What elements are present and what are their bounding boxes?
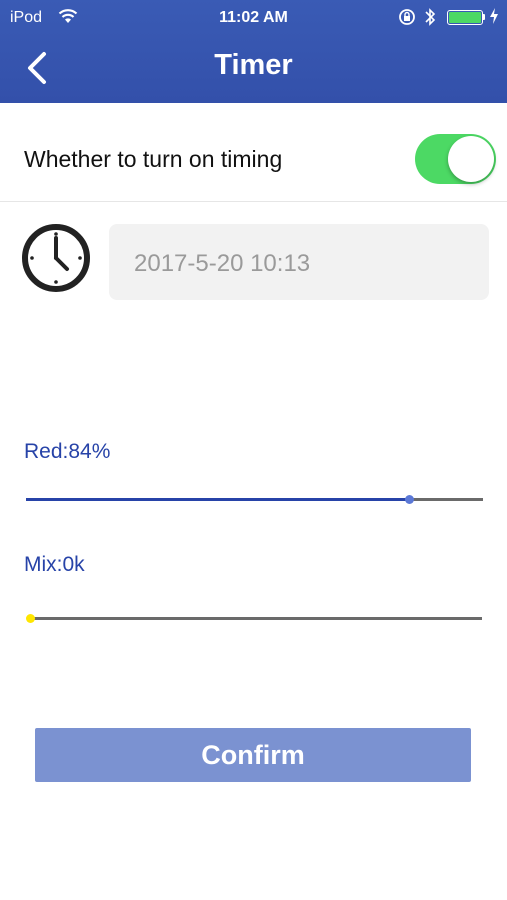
red-slider-fill xyxy=(26,498,410,501)
page-title: Timer xyxy=(214,49,293,81)
rotation-lock-icon xyxy=(398,8,416,31)
battery-tip xyxy=(483,14,485,20)
timing-label: Whether to turn on timing xyxy=(24,146,283,172)
mix-slider-thumb[interactable] xyxy=(25,614,35,623)
timing-switch[interactable] xyxy=(415,134,496,184)
switch-knob xyxy=(448,136,494,182)
mix-slider-label: Mix:0k xyxy=(24,553,85,576)
confirm-button[interactable]: Confirm xyxy=(35,728,471,782)
datetime-field[interactable]: 2017-5-20 10:13 xyxy=(109,224,489,300)
status-bar: iPod 11:02 AM xyxy=(0,0,507,34)
red-slider[interactable] xyxy=(26,498,483,501)
datetime-value: 2017-5-20 10:13 xyxy=(134,250,311,277)
clock-icon xyxy=(20,222,92,294)
mix-slider[interactable] xyxy=(30,617,482,620)
battery-icon xyxy=(447,10,483,25)
red-slider-label: Red:84% xyxy=(24,440,111,463)
bluetooth-icon xyxy=(424,7,436,32)
battery-level xyxy=(449,12,481,23)
charging-icon xyxy=(489,7,499,30)
red-slider-thumb[interactable] xyxy=(405,495,415,504)
red-slider-remaining xyxy=(409,498,483,501)
navigation-bar: iPod 11:02 AM Timer xyxy=(0,0,507,103)
mix-slider-remaining xyxy=(30,617,482,620)
